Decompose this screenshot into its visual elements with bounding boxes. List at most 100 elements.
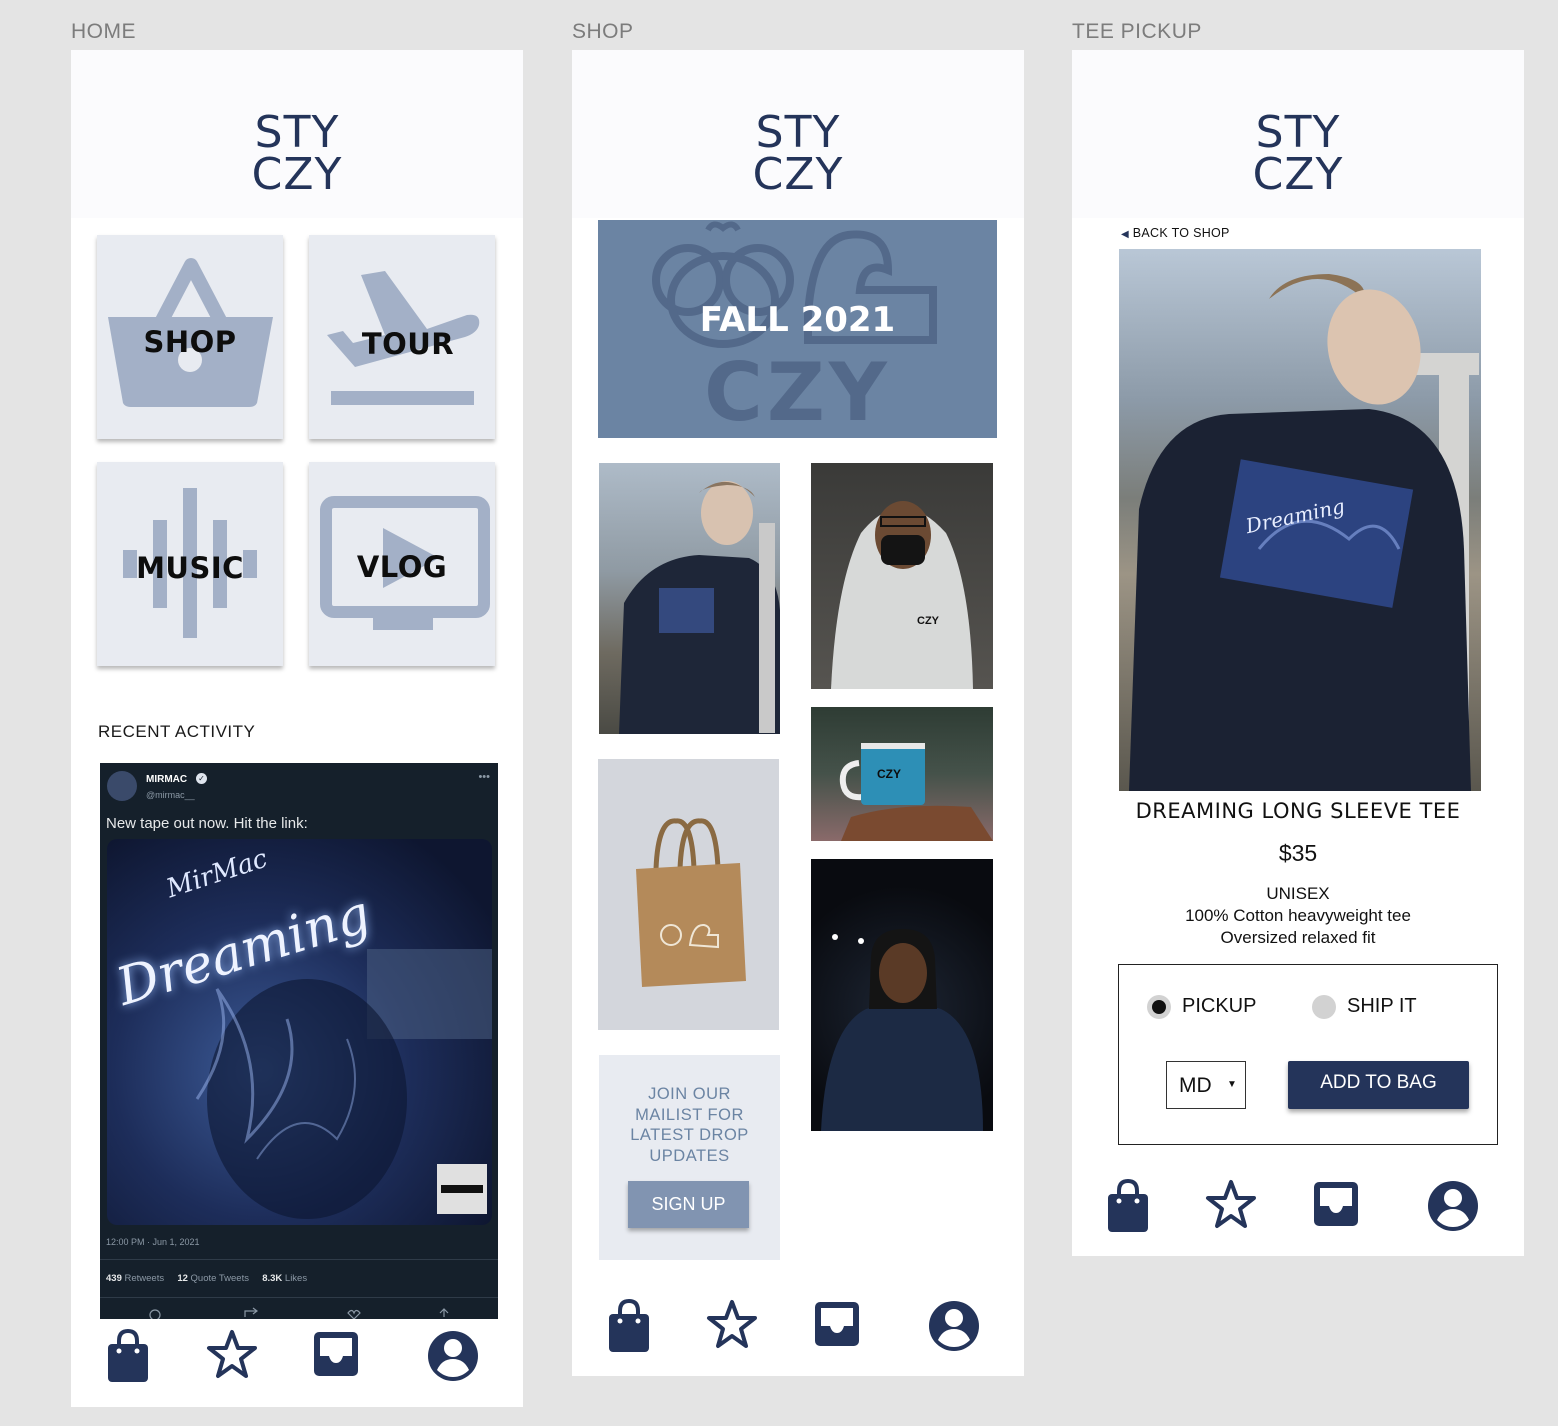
star-icon[interactable] xyxy=(706,1298,758,1354)
brand-line-1: STY xyxy=(1255,107,1341,158)
retweet-icon xyxy=(244,1307,258,1317)
radio-selected-icon xyxy=(1147,995,1171,1019)
frame-label-tee-pickup: TEE PICKUP xyxy=(1072,20,1202,43)
bottom-nav xyxy=(1072,1178,1524,1248)
star-icon[interactable] xyxy=(1205,1178,1257,1234)
tile-music[interactable]: MUSIC xyxy=(97,462,283,666)
tile-vlog[interactable]: VLOG xyxy=(309,462,495,666)
pickup-label: PICKUP xyxy=(1182,995,1257,1017)
tweet-stats: 439 Retweets 12 Quote Tweets 8.3K Likes xyxy=(106,1273,307,1284)
reply-icon xyxy=(149,1309,161,1319)
add-to-bag-button[interactable]: ADD TO BAG xyxy=(1288,1061,1469,1109)
tile-shop-label: SHOP xyxy=(143,325,237,359)
tweet-author-name[interactable]: MIRMAC xyxy=(146,774,187,785)
mailist-line-3: LATEST DROP xyxy=(630,1126,749,1144)
frame-label-home: HOME xyxy=(71,20,136,43)
bottom-nav xyxy=(572,1298,1024,1368)
model-hoodie-illustration xyxy=(831,501,973,689)
retweets-count: 439 xyxy=(106,1273,122,1284)
brand-logo[interactable]: STY CZY xyxy=(71,107,523,200)
product-description: UNISEX 100% Cotton heavyweight tee Overs… xyxy=(1072,883,1524,949)
size-select-value: MD xyxy=(1179,1074,1212,1097)
frame-label-shop: SHOP xyxy=(572,20,634,43)
purchase-options-panel: PICKUP SHIP IT MD ▼ ADD TO BAG xyxy=(1118,964,1498,1145)
tweet-avatar[interactable] xyxy=(107,771,137,801)
fall-2021-banner[interactable]: CZY FALL 2021 xyxy=(598,220,997,438)
product-photo-mug[interactable]: CZY xyxy=(811,707,993,841)
likes-label: Likes xyxy=(284,1273,308,1284)
brand-line-2: CZY xyxy=(1252,149,1344,200)
product-image-dreaming-tee[interactable]: Dreaming xyxy=(1119,249,1481,791)
account-icon[interactable] xyxy=(1426,1178,1480,1234)
chevron-left-icon: ◀ xyxy=(1121,229,1129,240)
model-jacket-illustration xyxy=(821,929,983,1131)
mug-print: CZY xyxy=(877,767,901,781)
ship-it-label: SHIP IT xyxy=(1347,995,1417,1017)
description-line-2: 100% Cotton heavyweight tee xyxy=(1185,906,1411,925)
mailist-line-2: MAILIST FOR xyxy=(635,1105,744,1124)
tweet-divider xyxy=(100,1297,498,1298)
tweet-timestamp: 12:00 PM · Jun 1, 2021 xyxy=(106,1237,200,1247)
likes-count: 8.3K xyxy=(262,1273,283,1284)
mailist-line-4: UPDATES xyxy=(649,1146,730,1165)
inbox-icon[interactable] xyxy=(312,1328,360,1384)
product-photo-tote-bag[interactable] xyxy=(598,759,779,1030)
back-to-shop-link[interactable]: ◀ BACK TO SHOP xyxy=(1121,226,1230,240)
tweet-card[interactable]: MIRMAC ✓ @mirmac__ ••• New tape out now.… xyxy=(100,763,498,1319)
shopping-bag-icon[interactable] xyxy=(1106,1178,1150,1234)
mailist-text: JOIN OUR MAILIST FOR LATEST DROP UPDATES xyxy=(599,1084,780,1166)
account-icon[interactable] xyxy=(927,1298,981,1354)
mailist-signup-card: JOIN OUR MAILIST FOR LATEST DROP UPDATES… xyxy=(599,1055,780,1260)
tile-music-label: MUSIC xyxy=(136,551,244,585)
tweet-actions xyxy=(149,1307,449,1319)
tile-tour[interactable]: TOUR xyxy=(309,235,495,439)
home-screen: STY CZY SHOP TOUR MUSIC VLOG RECENT ACTI… xyxy=(71,50,523,1407)
shopping-bag-icon[interactable] xyxy=(106,1328,150,1384)
product-price: $35 xyxy=(1278,840,1318,866)
tweet-divider xyxy=(100,1259,498,1260)
brand-line-1: STY xyxy=(254,107,340,158)
account-icon[interactable] xyxy=(426,1328,480,1384)
more-options-icon[interactable]: ••• xyxy=(478,771,490,783)
tile-tour-label: TOUR xyxy=(361,327,455,361)
brand-logo[interactable]: STY CZY xyxy=(572,107,1024,200)
product-photo-hoodie[interactable]: CZY xyxy=(811,463,993,689)
model-dark-sweater-illustration xyxy=(619,481,780,734)
tile-vlog-label: VLOG xyxy=(356,550,448,584)
mug-in-hand-illustration xyxy=(839,743,993,841)
sign-up-button[interactable]: SIGN UP xyxy=(628,1181,749,1228)
brand-line-2: CZY xyxy=(251,149,343,200)
shopping-bag-icon[interactable] xyxy=(607,1298,651,1354)
hoodie-print: CZY xyxy=(917,615,939,627)
tweet-text: New tape out now. Hit the link: xyxy=(106,815,308,832)
app-header: STY CZY xyxy=(71,50,523,218)
quotes-count: 12 xyxy=(177,1273,188,1284)
star-icon[interactable] xyxy=(206,1328,258,1384)
inbox-icon[interactable] xyxy=(813,1298,861,1354)
quotes-label: Quote Tweets xyxy=(190,1273,249,1284)
verified-icon: ✓ xyxy=(196,773,207,784)
product-name: DREAMING LONG SLEEVE TEE xyxy=(1135,799,1461,823)
retweets-label: Retweets xyxy=(124,1273,165,1284)
album-cover-image[interactable]: MirMac Dreaming xyxy=(107,839,492,1225)
description-line-3: Oversized relaxed fit xyxy=(1220,928,1376,947)
app-header: STY CZY xyxy=(572,50,1024,218)
tote-bag-illustration xyxy=(636,818,746,987)
product-photo-dreaming-tee[interactable] xyxy=(599,463,780,734)
description-line-1: UNISEX xyxy=(1266,884,1330,903)
tee-pickup-screen: STY CZY ◀ BACK TO SHOP Dreaming DREAMING… xyxy=(1072,50,1524,1256)
share-icon xyxy=(439,1308,449,1317)
recent-activity-title: RECENT ACTIVITY xyxy=(98,722,256,741)
size-select[interactable]: MD ▼ xyxy=(1166,1061,1246,1109)
like-icon xyxy=(347,1309,361,1319)
shop-screen: STY CZY CZY FALL 2021 CZY CZY JOIN OUR M… xyxy=(572,50,1024,1376)
brand-line-2: CZY xyxy=(752,149,844,200)
product-photo-jacket[interactable] xyxy=(811,859,993,1131)
tile-shop[interactable]: SHOP xyxy=(97,235,283,439)
radio-dot xyxy=(1152,1000,1166,1014)
brand-line-1: STY xyxy=(755,107,841,158)
brand-logo[interactable]: STY CZY xyxy=(1072,107,1524,200)
bottom-nav xyxy=(71,1328,523,1398)
inbox-icon[interactable] xyxy=(1312,1178,1360,1234)
album-cover-art xyxy=(195,949,492,1219)
